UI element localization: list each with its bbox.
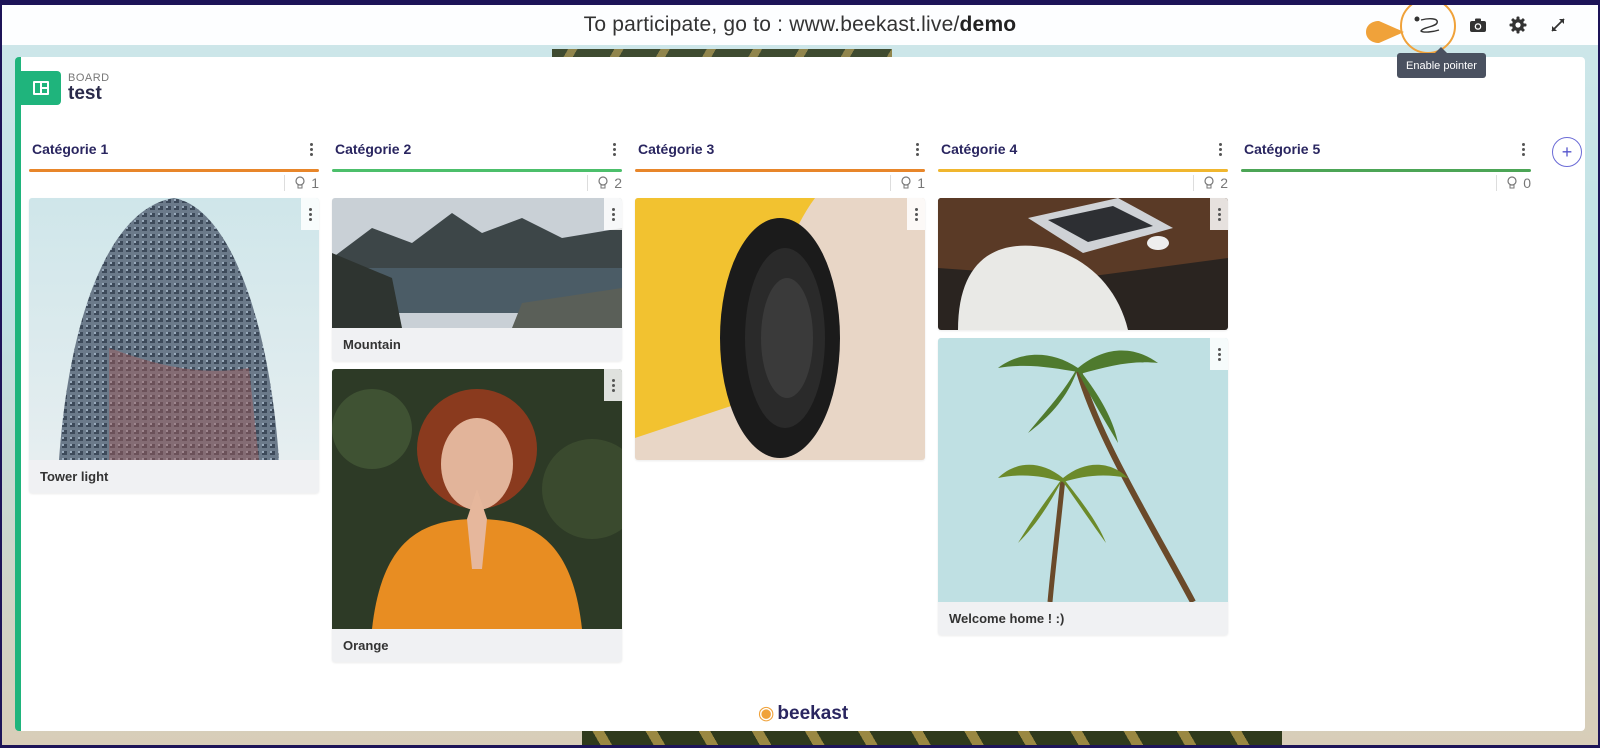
beekast-logo: ◉ beekast [757, 703, 849, 724]
card-menu-icon[interactable] [907, 198, 925, 230]
enable-pointer-button[interactable] [1398, 5, 1458, 54]
column-menu-icon[interactable] [303, 139, 319, 159]
column-title: Catégorie 5 [1244, 141, 1321, 157]
settings-button[interactable] [1498, 5, 1538, 45]
card-tower-light[interactable]: Tower light [29, 198, 319, 493]
lightbulb-icon [598, 176, 608, 189]
pointer-highlight-ring [1400, 5, 1456, 54]
participate-instructions: To participate, go to : www.beekast.live… [583, 13, 1017, 36]
event-code: demo [959, 13, 1017, 36]
column-categorie-3: Catégorie 3 1 [635, 137, 925, 460]
card-menu-icon[interactable] [301, 198, 319, 230]
card-label: Mountain [343, 337, 401, 352]
column-menu-icon[interactable] [1212, 139, 1228, 159]
portrait-image [332, 369, 622, 629]
tooltip: Enable pointer [1397, 47, 1486, 78]
card-label: Orange [343, 638, 389, 653]
card-label: Tower light [40, 469, 109, 484]
gear-icon [1509, 16, 1527, 34]
column-categorie-2: Catégorie 2 2 Mountain Orange [332, 137, 622, 662]
camera-icon [1470, 18, 1486, 32]
column-idea-count: 2 [938, 172, 1228, 194]
column-idea-count: 0 [1241, 172, 1531, 194]
mountain-image [332, 198, 622, 328]
board-panel: BOARD test Catégorie 1 1 Tower light Cat… [15, 57, 1585, 731]
lightbulb-icon [1507, 176, 1517, 189]
laptop-image [938, 198, 1228, 330]
column-menu-icon[interactable] [606, 139, 622, 159]
card-mountain[interactable]: Mountain [332, 198, 622, 361]
column-title: Catégorie 2 [335, 141, 412, 157]
column-idea-count: 2 [332, 172, 622, 194]
column-menu-icon[interactable] [1515, 139, 1531, 159]
plus-icon: + [1561, 141, 1573, 162]
card-yellow-car[interactable] [635, 198, 925, 460]
card-palm-trees[interactable]: Welcome home ! :) [938, 338, 1228, 635]
board-header: BOARD test [21, 71, 110, 105]
presentation-frame: To participate, go to : www.beekast.live… [2, 5, 1598, 745]
card-label: Welcome home ! :) [949, 611, 1065, 626]
expand-icon [1551, 18, 1565, 32]
column-title: Catégorie 1 [32, 141, 109, 157]
card-orange[interactable]: Orange [332, 369, 622, 662]
column-idea-count: 1 [635, 172, 925, 194]
column-title: Catégorie 3 [638, 141, 715, 157]
beekast-logo-icon: ◉ [757, 703, 775, 724]
add-column-button[interactable]: + [1552, 137, 1582, 167]
card-menu-icon[interactable] [1210, 338, 1228, 370]
column-idea-count: 1 [29, 172, 319, 194]
column-menu-icon[interactable] [909, 139, 925, 159]
toolbar [1398, 5, 1578, 54]
card-menu-icon[interactable] [604, 369, 622, 401]
board-title: test [68, 83, 102, 104]
background-palm-decor [582, 731, 1282, 745]
column-categorie-4: Catégorie 4 2 Welcome home !:) [938, 137, 1228, 635]
lightbulb-icon [1204, 176, 1214, 189]
board-icon [21, 71, 61, 105]
column-categorie-1: Catégorie 1 1 Tower light [29, 137, 319, 493]
car-image [635, 198, 925, 460]
lightbulb-icon [295, 176, 305, 189]
card-menu-icon[interactable] [1210, 198, 1228, 230]
card-menu-icon[interactable] [604, 198, 622, 230]
tower-image [29, 198, 319, 460]
column-title: Catégorie 4 [941, 141, 1018, 157]
lightbulb-icon [901, 176, 911, 189]
card-laptop[interactable] [938, 198, 1228, 330]
top-bar: To participate, go to : www.beekast.live… [2, 5, 1598, 54]
palm-image [938, 338, 1228, 602]
column-categorie-5: Catégorie 5 0 [1241, 137, 1531, 194]
screenshot-button[interactable] [1458, 5, 1498, 45]
fullscreen-button[interactable] [1538, 5, 1578, 45]
